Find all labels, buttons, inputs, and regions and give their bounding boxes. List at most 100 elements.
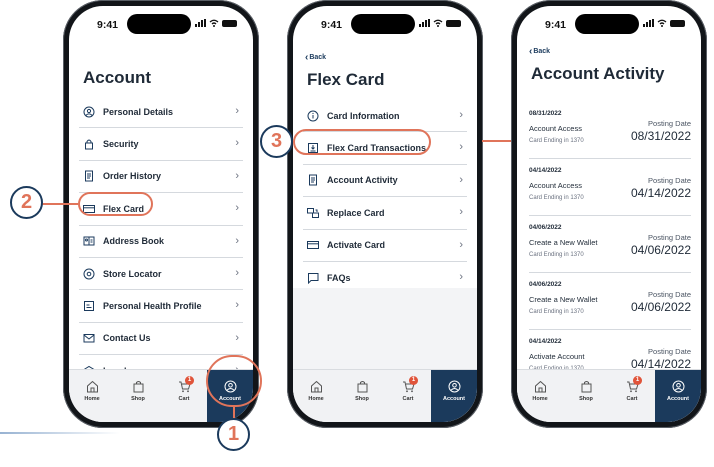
tab-label: Home xyxy=(532,396,548,402)
list-item[interactable]: 04/06/2022 Create a New Wallet Card Endi… xyxy=(529,216,691,273)
cart-badge: 1 xyxy=(409,376,418,385)
list-item[interactable]: 04/06/2022 Create a New Wallet Card Endi… xyxy=(529,273,691,330)
tab-label: Home xyxy=(84,396,100,402)
tab-home[interactable]: Home xyxy=(69,370,115,422)
chevron-right-icon: › xyxy=(235,299,239,312)
activity-card: Card Ending in 1370 xyxy=(529,309,584,315)
activity-card: Card Ending in 1370 xyxy=(529,138,584,144)
activity-list: 08/31/2022 Account Access Card Ending in… xyxy=(529,102,691,387)
shopping-bag-icon xyxy=(357,381,367,393)
callout-2: 2 xyxy=(10,186,43,219)
chat-bubble-icon xyxy=(307,272,319,284)
tab-label: Cart xyxy=(178,396,190,402)
person-circle-icon xyxy=(83,106,95,118)
cart-badge: 1 xyxy=(185,376,194,385)
menu-item-security[interactable]: Security › xyxy=(79,128,243,161)
status-icons xyxy=(195,19,237,27)
menu-item-label: Personal Details xyxy=(103,106,174,117)
tab-cart[interactable]: 1 Cart xyxy=(161,370,207,422)
menu-item-order-history[interactable]: Order History › xyxy=(79,161,243,194)
menu-item-label: Store Locator xyxy=(103,268,162,279)
tab-home[interactable]: Home xyxy=(517,370,563,422)
menu-item-store-locator[interactable]: Store Locator › xyxy=(79,258,243,291)
tab-account[interactable]: Account xyxy=(431,370,477,422)
tab-shop[interactable]: Shop xyxy=(339,370,385,422)
page-title: Flex Card xyxy=(307,70,385,89)
tab-shop[interactable]: Shop xyxy=(115,370,161,422)
signal-icon xyxy=(419,19,430,27)
back-button[interactable]: ‹ Back xyxy=(529,46,550,57)
activity-card: Card Ending in 1370 xyxy=(529,195,584,201)
chevron-right-icon: › xyxy=(459,270,463,283)
callout-1: 1 xyxy=(217,418,250,451)
chevron-right-icon: › xyxy=(235,169,239,182)
chevron-right-icon: › xyxy=(235,234,239,247)
tab-label: Shop xyxy=(355,396,369,402)
posting-date-value: 04/06/2022 xyxy=(630,243,691,257)
menu-item-label: Card Information xyxy=(327,110,400,121)
menu-item-personal-health-profile[interactable]: Personal Health Profile › xyxy=(79,290,243,323)
tab-cart[interactable]: 1 Cart xyxy=(609,370,655,422)
status-bar: 9:41 xyxy=(517,6,701,46)
tab-label: Shop xyxy=(579,396,593,402)
health-profile-icon xyxy=(83,300,95,312)
menu-item-contact-us[interactable]: Contact Us › xyxy=(79,323,243,356)
envelope-icon xyxy=(83,332,95,344)
menu-item-card-information[interactable]: Card Information › xyxy=(303,100,467,133)
battery-icon xyxy=(670,19,685,27)
document-icon xyxy=(83,170,95,182)
connector-1 xyxy=(233,407,235,418)
posting-date-value: 08/31/2022 xyxy=(630,129,691,143)
tab-cart[interactable]: 1 Cart xyxy=(385,370,431,422)
menu-item-address-book[interactable]: Address Book › xyxy=(79,226,243,258)
tab-label: Account xyxy=(443,396,465,402)
activity-date: 04/06/2022 xyxy=(529,224,562,231)
lock-icon xyxy=(83,138,95,150)
phone-flex-card: 9:41 ‹ Back Flex Card Card Information ›… xyxy=(287,0,483,428)
page-title: Account xyxy=(83,68,151,87)
status-time: 9:41 xyxy=(97,19,119,31)
chevron-right-icon: › xyxy=(235,266,239,279)
status-icons xyxy=(643,19,685,27)
dynamic-island xyxy=(575,14,639,34)
tab-bar: Home Shop 1 Cart Account xyxy=(517,369,701,422)
signal-icon xyxy=(195,19,206,27)
list-item[interactable]: 04/14/2022 Account Access Card Ending in… xyxy=(529,159,691,216)
tab-home[interactable]: Home xyxy=(293,370,339,422)
status-icons xyxy=(419,19,461,27)
menu-item-account-activity[interactable]: Account Activity › xyxy=(303,165,467,198)
menu-item-personal-details[interactable]: Personal Details › xyxy=(79,96,243,129)
list-item[interactable]: 08/31/2022 Account Access Card Ending in… xyxy=(529,102,691,159)
tab-bar: Home Shop 1 Cart Account xyxy=(293,369,477,422)
status-time: 9:41 xyxy=(321,19,343,31)
connector-3 xyxy=(482,140,511,142)
back-button[interactable]: ‹ Back xyxy=(305,52,326,63)
chevron-right-icon: › xyxy=(235,137,239,150)
tab-account[interactable]: Account xyxy=(655,370,701,422)
activity-date: 04/06/2022 xyxy=(529,281,562,288)
back-label: Back xyxy=(309,54,327,61)
chevron-left-icon: ‹ xyxy=(529,46,533,57)
activity-date: 04/14/2022 xyxy=(529,167,562,174)
activity-date: 08/31/2022 xyxy=(529,110,562,117)
location-pin-icon xyxy=(83,268,95,280)
person-circle-icon xyxy=(448,380,460,393)
chevron-right-icon: › xyxy=(459,206,463,219)
posting-date-label: Posting Date xyxy=(648,233,691,242)
highlight-flex-card xyxy=(78,192,153,216)
screen-flex-card: 9:41 ‹ Back Flex Card Card Information ›… xyxy=(293,6,477,422)
status-bar: 9:41 xyxy=(293,6,477,46)
empty-area xyxy=(293,288,477,370)
tab-shop[interactable]: Shop xyxy=(563,370,609,422)
menu-item-label: Security xyxy=(103,139,139,150)
posting-date-label: Posting Date xyxy=(648,119,691,128)
tab-label: Cart xyxy=(402,396,414,402)
posting-date-value: 04/06/2022 xyxy=(630,300,691,314)
menu-item-label: FAQs xyxy=(327,272,351,283)
menu-item-activate-card[interactable]: Activate Card › xyxy=(303,230,467,262)
decorative-line xyxy=(0,432,120,434)
chevron-right-icon: › xyxy=(459,109,463,121)
menu-item-replace-card[interactable]: Replace Card › xyxy=(303,197,467,230)
highlight-flex-card-transactions xyxy=(293,129,431,155)
activity-name: Create a New Wallet xyxy=(529,238,598,247)
